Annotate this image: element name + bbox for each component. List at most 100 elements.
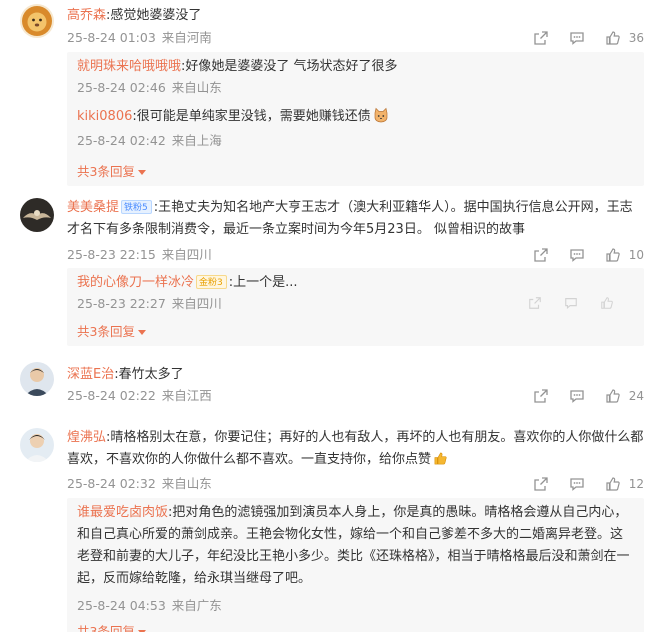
comment-item: 美美桑提 铁粉5:王艳丈夫为知名地产大亨王志才（澳大利亚籍华人）。据中国执行信息公… xyxy=(0,190,660,350)
comment-location: 来自四川 xyxy=(161,247,212,262)
person-avatar-icon xyxy=(20,362,54,396)
person-avatar-icon xyxy=(20,428,54,462)
eagle-avatar-icon xyxy=(20,198,54,232)
comment-text: 美美桑提 铁粉5:王艳丈夫为知名地产大亨王志才（澳大利亚籍华人）。据中国执行信息公… xyxy=(67,197,644,241)
comment-date: 25-8-24 01:03 xyxy=(67,30,156,45)
thumbs-up-emoji-icon xyxy=(433,451,448,474)
more-replies-link[interactable]: 共3条回复 xyxy=(77,322,146,342)
caret-down-icon xyxy=(137,170,146,175)
comment-item: 煌沸弘:晴格格别太在意，你要记住；再好的人也有敌人，再坏的人也有朋友。喜欢你的人… xyxy=(0,424,660,632)
comment-username[interactable]: 高乔森 xyxy=(67,8,106,23)
reply-username[interactable]: 就明珠来哈哦哦哦 xyxy=(77,59,181,74)
reply-location: 来自上海 xyxy=(171,133,222,148)
thumbs-up-icon[interactable] xyxy=(600,296,614,310)
comment-username[interactable]: 深蓝E治 xyxy=(67,367,114,382)
like-count: 36 xyxy=(628,31,644,45)
more-replies-label: 共3条回复 xyxy=(77,624,135,632)
reply-text: kiki0806:很可能是单纯家里没钱，需要她赚钱还债 xyxy=(77,106,634,131)
reply-text: 我的心像刀一样冰冷 金粉3:上一个是... xyxy=(77,272,634,294)
cat-emoji-icon xyxy=(373,107,389,131)
reply-username[interactable]: kiki0806 xyxy=(77,109,132,124)
share-icon xyxy=(534,389,548,403)
comment-location: 来自河南 xyxy=(161,30,212,45)
thumbs-up-icon xyxy=(606,31,620,45)
comment-item: 高乔森:感觉她婆婆没了 25-8-24 01:03 来自河南 36 就明珠来哈哦哦… xyxy=(0,0,660,190)
comment-meta: 25-8-23 22:15 来自四川 xyxy=(67,245,212,265)
comment-text: 高乔森:感觉她婆婆没了 xyxy=(67,5,644,27)
comment-username[interactable]: 美美桑提 xyxy=(67,200,119,215)
reply-location: 来自广东 xyxy=(171,598,222,613)
reply-meta: 25-8-24 04:53 来自广东 xyxy=(77,596,634,616)
fan-badge: 金粉3 xyxy=(196,275,227,289)
reply-date: 25-8-23 22:27 xyxy=(77,296,166,311)
reply-location: 来自四川 xyxy=(171,296,222,311)
reply-date: 25-8-24 02:46 xyxy=(77,80,166,95)
share-button[interactable] xyxy=(533,388,549,404)
comment-body: :王艳丈夫为知名地产大亨王志才（澳大利亚籍华人）。据中国执行信息公开网，王志才名… xyxy=(67,200,633,237)
reply-text: 谁最爱吃卤肉饭:把对角色的滤镜强加到演员本人身上，你是真的愚昧。晴格格会遵从自己… xyxy=(77,502,634,590)
comment-meta: 25-8-24 01:03 来自河南 xyxy=(67,28,212,48)
reply-body: :好像她是婆婆没了 气场状态好了很多 xyxy=(181,59,398,74)
comment-text: 煌沸弘:晴格格别太在意，你要记住；再好的人也有敌人，再坏的人也有朋友。喜欢你的人… xyxy=(67,427,644,474)
reply-meta: 25-8-24 02:46 来自山东 xyxy=(77,78,634,98)
caret-down-icon xyxy=(137,330,146,335)
lion-avatar-icon xyxy=(20,4,54,38)
more-replies-label: 共3条回复 xyxy=(77,164,135,179)
like-button[interactable]: 10 xyxy=(605,247,644,263)
reply-button[interactable] xyxy=(569,30,585,46)
avatar[interactable] xyxy=(20,362,54,396)
comment-item: 深蓝E治:春竹太多了 25-8-24 02:22 来自江西 24 xyxy=(0,358,660,418)
comment-actions: 36 xyxy=(513,28,644,48)
comment-username[interactable]: 煌沸弘 xyxy=(67,430,106,445)
reply-username[interactable]: 我的心像刀一样冰冷 xyxy=(77,275,194,290)
thumbs-up-icon xyxy=(606,248,620,262)
comment-actions: 24 xyxy=(513,386,644,406)
like-button[interactable]: 36 xyxy=(605,30,644,46)
share-button[interactable] xyxy=(533,247,549,263)
comment-body: :晴格格别太在意，你要记住；再好的人也有敌人，再坏的人也有朋友。喜欢你的人你做什… xyxy=(67,430,644,467)
thumbs-up-icon xyxy=(606,389,620,403)
reply-button[interactable] xyxy=(569,388,585,404)
like-button[interactable]: 24 xyxy=(605,388,644,404)
share-icon xyxy=(534,248,548,262)
comment-location: 来自江西 xyxy=(161,388,212,403)
more-replies-link[interactable]: 共3条回复 xyxy=(77,162,146,182)
reply-button[interactable] xyxy=(569,247,585,263)
like-button[interactable]: 12 xyxy=(605,476,644,492)
share-button[interactable] xyxy=(533,476,549,492)
reply-date: 25-8-24 04:53 xyxy=(77,598,166,613)
comment-body: :春竹太多了 xyxy=(114,367,184,382)
like-count: 10 xyxy=(628,248,644,262)
share-icon[interactable] xyxy=(528,296,542,310)
reply-body: :上一个是... xyxy=(228,275,298,290)
reply-button[interactable] xyxy=(569,476,585,492)
reply-hover-actions xyxy=(528,296,614,310)
comment-icon xyxy=(570,249,584,262)
fan-badge: 铁粉5 xyxy=(121,200,152,214)
avatar[interactable] xyxy=(20,4,54,38)
avatar[interactable] xyxy=(20,198,54,232)
reply-item: kiki0806:很可能是单纯家里没钱，需要她赚钱还债 25-8-24 02:4… xyxy=(77,106,634,151)
more-replies-link[interactable]: 共3条回复 xyxy=(77,622,146,632)
share-button[interactable] xyxy=(533,30,549,46)
share-icon xyxy=(534,31,548,45)
comment-meta: 25-8-24 02:32 来自山东 xyxy=(67,474,212,494)
comment-date: 25-8-23 22:15 xyxy=(67,247,156,262)
comment-icon[interactable] xyxy=(564,296,578,310)
comment-actions: 12 xyxy=(513,474,644,494)
comment-location: 来自山东 xyxy=(161,476,212,491)
reply-body: :很可能是单纯家里没钱，需要她赚钱还债 xyxy=(132,109,371,124)
avatar[interactable] xyxy=(20,428,54,462)
reply-box: 谁最爱吃卤肉饭:把对角色的滤镜强加到演员本人身上，你是真的愚昧。晴格格会遵从自己… xyxy=(67,498,644,632)
comment-icon xyxy=(570,390,584,403)
share-icon xyxy=(534,477,548,491)
like-count: 24 xyxy=(628,389,644,403)
more-replies-label: 共3条回复 xyxy=(77,324,135,339)
like-count: 12 xyxy=(628,477,644,491)
reply-item: 就明珠来哈哦哦哦:好像她是婆婆没了 气场状态好了很多 25-8-24 02:46… xyxy=(77,56,634,98)
reply-box: 我的心像刀一样冰冷 金粉3:上一个是... 25-8-23 22:27 来自四川 共… xyxy=(67,268,644,346)
comment-meta: 25-8-24 02:22 来自江西 xyxy=(67,386,212,406)
comment-icon xyxy=(570,478,584,491)
reply-username[interactable]: 谁最爱吃卤肉饭 xyxy=(77,505,168,520)
reply-item: 谁最爱吃卤肉饭:把对角色的滤镜强加到演员本人身上，你是真的愚昧。晴格格会遵从自己… xyxy=(77,502,634,616)
